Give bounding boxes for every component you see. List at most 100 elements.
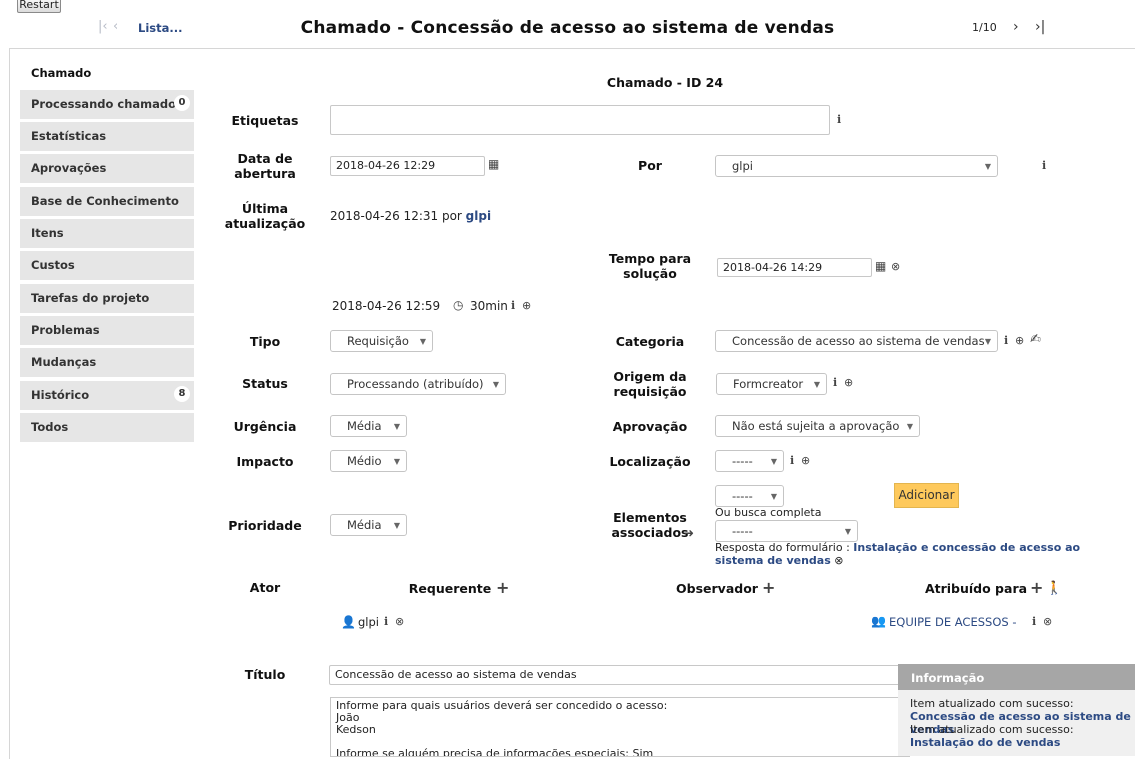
add-circle-icon[interactable]: ⊕ [844,376,853,389]
aprovacao-select[interactable]: Não está sujeita a aprovação ▼ [715,415,920,437]
titulo-input[interactable]: Concessão de acesso ao sistema de vendas [329,665,909,685]
close-circle-icon[interactable]: ⊗ [395,615,404,628]
user-link[interactable]: glpi [466,209,491,223]
tab-label: Estatísticas [31,129,107,143]
origem-select[interactable]: Formcreator ▼ [716,373,827,395]
status-select[interactable]: Processando (atribuído) ▼ [330,373,506,395]
tab-custos[interactable]: Custos [20,251,194,280]
chevron-down-icon: ▼ [419,337,426,346]
add-button[interactable]: Adicionar [894,483,959,508]
label-impacto: Impacto [236,454,294,469]
localizacao-select[interactable]: ----- ▼ [715,450,784,472]
chevron-down-icon: ▼ [770,492,777,501]
tab-todos[interactable]: Todos [20,413,194,442]
ultima-atualizacao-text: 2018-04-26 12:31 por [330,209,462,223]
tab-mudancas[interactable]: Mudanças [20,348,194,377]
notification-link[interactable]: Instalação do de vendas [910,736,1060,749]
calendar-icon[interactable]: ▦ [875,259,886,273]
tab-label: Tarefas do projeto [31,291,150,305]
tab-label: Problemas [31,323,100,337]
label-prioridade: Prioridade [228,518,302,533]
close-circle-icon[interactable]: ⊗ [1043,615,1052,628]
tab-tarefas-projeto[interactable]: Tarefas do projeto [20,284,194,313]
time-duration: 30min [470,299,508,313]
busca-select[interactable]: ----- ▼ [715,520,858,542]
info-icon[interactable]: i [511,299,515,312]
select-value: ----- [732,489,753,503]
add-circle-icon[interactable]: ⊕ [801,454,810,467]
tempo-solucao-input[interactable]: 2018-04-26 14:29 [717,258,872,277]
info-icon[interactable]: i [837,113,841,126]
add-observer-icon[interactable]: + [762,578,775,597]
requerente-heading: Requerente [408,581,492,596]
label-ator: Ator [249,580,281,595]
close-circle-icon[interactable]: ⊗ [891,260,900,273]
add-circle-icon[interactable]: ⊕ [1015,334,1024,347]
label-tipo: Tipo [249,334,281,349]
select-value: glpi [732,159,753,173]
impacto-select[interactable]: Médio ▼ [330,450,407,472]
por-select[interactable]: glpi ▼ [715,155,998,177]
tab-itens[interactable]: Itens [20,219,194,248]
tab-label: Custos [31,258,75,272]
assigned-group[interactable]: EQUIPE DE ACESSOS - [889,615,1016,629]
info-icon[interactable]: i [1042,159,1046,172]
notification-message-2: Item atualizado com sucesso: Instalação … [910,723,1135,749]
count-badge: 0 [174,95,190,111]
add-circle-icon[interactable]: ⊕ [522,299,531,312]
label-urgencia: Urgência [233,419,297,434]
group-icon: 👥 [871,614,886,628]
tab-label: Todos [31,420,69,434]
add-requester-icon[interactable]: + [496,578,509,597]
prioridade-select[interactable]: Média ▼ [330,514,407,536]
assign-myself-icon[interactable]: 🚶 [1046,581,1062,596]
elementos-select[interactable]: ----- ▼ [715,485,784,507]
page-title: Chamado - Concessão de acesso ao sistema… [300,18,835,38]
tab-problemas[interactable]: Problemas [20,316,194,345]
data-abertura-input[interactable]: 2018-04-26 12:29 [330,156,485,176]
label-data-abertura: Data de abertura [234,151,296,181]
label-por: Por [638,158,662,173]
last-page-icon[interactable]: ›| [1035,19,1045,35]
tab-processando-chamado[interactable]: Processando chamado 0 [20,90,194,119]
tab-historico[interactable]: Histórico 8 [20,381,194,410]
restart-button[interactable]: Restart [17,0,61,13]
select-value: Médio [347,454,382,468]
info-icon[interactable]: i [833,376,837,389]
time-date: 2018-04-26 12:59 [332,299,441,313]
calendar-icon[interactable]: ▦ [488,157,499,171]
label-etiquetas: Etiquetas [231,113,299,128]
etiquetas-input[interactable] [330,105,830,135]
chevron-down-icon: ▼ [770,457,777,466]
tab-chamado[interactable]: Chamado [31,66,91,80]
knowledge-base-icon[interactable]: ✍ [1030,332,1041,347]
tipo-select[interactable]: Requisição ▼ [330,330,433,352]
select-value: Média [347,419,382,433]
info-icon[interactable]: i [1032,615,1036,628]
tab-aprovacoes[interactable]: Aprovações [20,154,194,183]
label-localizacao: Localização [609,454,691,469]
info-icon[interactable]: i [1004,334,1008,347]
info-icon[interactable]: i [384,615,388,628]
urgencia-select[interactable]: Média ▼ [330,415,407,437]
atribuido-heading: Atribuído para [924,581,1028,596]
select-value: Não está sujeita a aprovação [732,419,900,433]
tab-base-conhecimento[interactable]: Base de Conhecimento [20,187,194,216]
info-icon[interactable]: i [790,454,794,467]
requester-user[interactable]: glpi [358,615,379,629]
chevron-down-icon: ▼ [984,162,991,171]
label-origem: Origem da requisição [613,369,687,399]
next-page-icon[interactable]: › [1013,19,1019,35]
categoria-select[interactable]: Concessão de acesso ao sistema de vendas… [715,330,998,352]
arrow-right-circle-icon[interactable]: ➜ [684,526,694,540]
chevron-down-icon: ▼ [393,457,400,466]
ticket-header: Chamado - ID 24 [606,75,724,90]
label-categoria: Categoria [615,334,685,349]
select-value: Concessão de acesso ao sistema de vendas [732,334,985,348]
close-circle-icon[interactable]: ⊗ [834,554,843,567]
tab-estatisticas[interactable]: Estatísticas [20,122,194,151]
resposta-prefix: Resposta do formulário : [715,541,850,554]
add-assigned-icon[interactable]: + [1030,578,1043,597]
description-textarea[interactable]: Informe para quais usuários deverá ser c… [330,697,910,757]
label-aprovacao: Aprovação [612,419,688,434]
